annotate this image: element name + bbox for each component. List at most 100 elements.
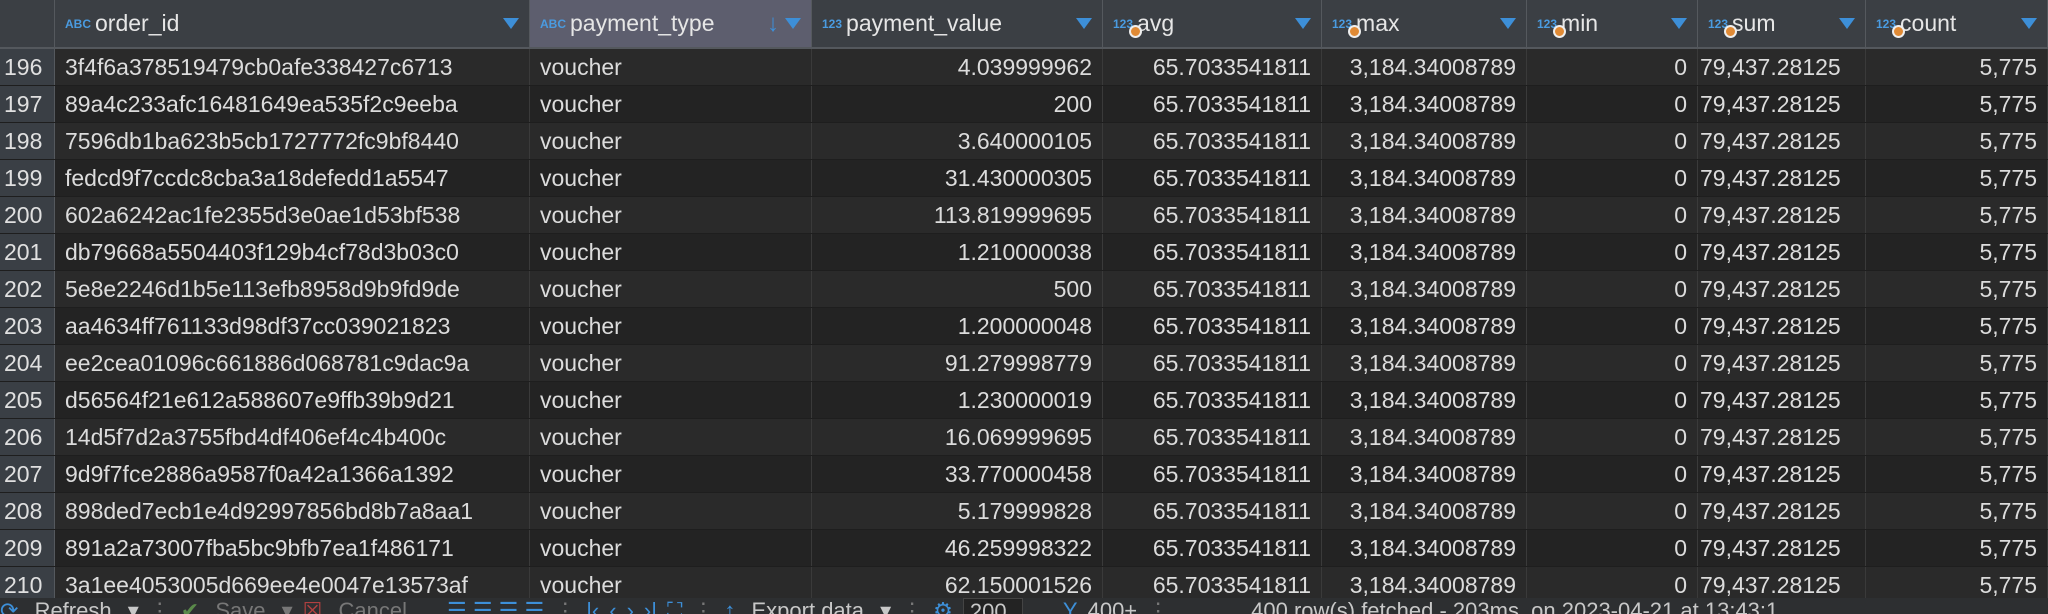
cell-payment_value[interactable]: 113.819999695 <box>812 197 1103 233</box>
cell-max[interactable]: 3,184.34008789 <box>1322 345 1527 381</box>
cell-avg[interactable]: 65.7033541811 <box>1103 345 1322 381</box>
column-header-max[interactable]: 123 max <box>1322 0 1527 47</box>
cell-count[interactable]: 5,775 <box>1866 123 2048 159</box>
cell-payment_value[interactable]: 4.039999962 <box>812 49 1103 85</box>
cell-max[interactable]: 3,184.34008789 <box>1322 197 1527 233</box>
cell-payment_value[interactable]: 16.069999695 <box>812 419 1103 455</box>
cell-payment_value[interactable]: 200 <box>812 86 1103 122</box>
cell-sum[interactable]: 79,437.28125 <box>1698 49 1866 85</box>
cell-min[interactable]: 0 <box>1527 382 1698 418</box>
cell-sum[interactable]: 79,437.28125 <box>1698 86 1866 122</box>
cell-min[interactable]: 0 <box>1527 271 1698 307</box>
refresh-button[interactable]: ⟳ Refresh ▾ <box>0 598 139 614</box>
cell-payment_type[interactable]: voucher <box>530 345 812 381</box>
cell-payment_value[interactable]: 91.279998779 <box>812 345 1103 381</box>
cell-count[interactable]: 5,775 <box>1866 308 2048 344</box>
cell-max[interactable]: 3,184.34008789 <box>1322 160 1527 196</box>
cell-payment_value[interactable]: 500 <box>812 271 1103 307</box>
cell-max[interactable]: 3,184.34008789 <box>1322 493 1527 529</box>
cell-min[interactable]: 0 <box>1527 493 1698 529</box>
cell-payment_type[interactable]: voucher <box>530 160 812 196</box>
cell-order_id[interactable]: 602a6242ac1fe2355d3e0ae1d53bf538 <box>55 197 530 233</box>
cell-avg[interactable]: 65.7033541811 <box>1103 271 1322 307</box>
cell-avg[interactable]: 65.7033541811 <box>1103 419 1322 455</box>
cell-max[interactable]: 3,184.34008789 <box>1322 308 1527 344</box>
cell-order_id[interactable]: 891a2a73007fba5bc9bfb7ea1f486171 <box>55 530 530 566</box>
cell-order_id[interactable]: ee2cea01096c661886d068781c9dac9a <box>55 345 530 381</box>
cell-avg[interactable]: 65.7033541811 <box>1103 456 1322 492</box>
cell-payment_value[interactable]: 33.770000458 <box>812 456 1103 492</box>
cell-order_id[interactable]: 14d5f7d2a3755fbd4df406ef4c4b400c <box>55 419 530 455</box>
cell-sum[interactable]: 79,437.28125 <box>1698 530 1866 566</box>
cell-order_id[interactable]: 3f4f6a378519479cb0afe338427c6713 <box>55 49 530 85</box>
cell-max[interactable]: 3,184.34008789 <box>1322 456 1527 492</box>
cell-payment_value[interactable]: 3.640000105 <box>812 123 1103 159</box>
filter-dropdown-icon[interactable] <box>1500 18 1516 29</box>
fetch-size-input[interactable]: 200 <box>962 598 1023 614</box>
cell-count[interactable]: 5,775 <box>1866 86 2048 122</box>
cell-min[interactable]: 0 <box>1527 197 1698 233</box>
cell-payment_type[interactable]: voucher <box>530 382 812 418</box>
cell-count[interactable]: 5,775 <box>1866 345 2048 381</box>
cell-payment_type[interactable]: voucher <box>530 86 812 122</box>
table-row[interactable]: 201 db79668a5504403f129b4cf78d3b03c0 vouch… <box>0 234 2048 271</box>
filter-dropdown-icon[interactable] <box>1839 18 1855 29</box>
cell-order_id[interactable]: aa4634ff761133d98df37cc039021823 <box>55 308 530 344</box>
filter-icon[interactable]: Y <box>1063 598 1078 614</box>
cell-order_id[interactable]: d56564f21e612a588607e9ffb39b9d21 <box>55 382 530 418</box>
cell-count[interactable]: 5,775 <box>1866 493 2048 529</box>
cell-payment_type[interactable]: voucher <box>530 308 812 344</box>
cell-payment_value[interactable]: 1.200000048 <box>812 308 1103 344</box>
filter-dropdown-icon[interactable] <box>1671 18 1687 29</box>
cell-payment_type[interactable]: voucher <box>530 271 812 307</box>
row-edit-icons[interactable]: ☰ ☰ ☰ ☰ <box>447 598 544 614</box>
cell-count[interactable]: 5,775 <box>1866 419 2048 455</box>
table-row[interactable]: 200 602a6242ac1fe2355d3e0ae1d53bf538 vouch… <box>0 197 2048 234</box>
cell-min[interactable]: 0 <box>1527 308 1698 344</box>
next-page-icon[interactable]: › <box>627 598 634 614</box>
cell-min[interactable]: 0 <box>1527 345 1698 381</box>
column-header-sum[interactable]: 123 sum <box>1698 0 1866 47</box>
cell-sum[interactable]: 79,437.28125 <box>1698 308 1866 344</box>
table-row[interactable]: 205 d56564f21e612a588607e9ffb39b9d21 vouch… <box>0 382 2048 419</box>
table-row[interactable]: 199 fedcd9f7ccdc8cba3a18defedd1a5547 vouch… <box>0 160 2048 197</box>
filter-dropdown-icon[interactable] <box>1076 18 1092 29</box>
cell-count[interactable]: 5,775 <box>1866 160 2048 196</box>
cell-min[interactable]: 0 <box>1527 419 1698 455</box>
cell-min[interactable]: 0 <box>1527 123 1698 159</box>
sort-icon[interactable]: ↓ <box>767 10 779 38</box>
cell-avg[interactable]: 65.7033541811 <box>1103 234 1322 270</box>
cell-order_id[interactable]: db79668a5504403f129b4cf78d3b03c0 <box>55 234 530 270</box>
cell-min[interactable]: 0 <box>1527 456 1698 492</box>
cancel-button[interactable]: ☒ Cancel <box>303 598 417 614</box>
cell-avg[interactable]: 65.7033541811 <box>1103 123 1322 159</box>
cell-min[interactable]: 0 <box>1527 530 1698 566</box>
table-row[interactable]: 196 3f4f6a378519479cb0afe338427c6713 vouch… <box>0 49 2048 86</box>
cell-sum[interactable]: 79,437.28125 <box>1698 345 1866 381</box>
cell-count[interactable]: 5,775 <box>1866 271 2048 307</box>
prev-page-icon[interactable]: ‹ <box>609 598 616 614</box>
cell-max[interactable]: 3,184.34008789 <box>1322 382 1527 418</box>
table-row[interactable]: 206 14d5f7d2a3755fbd4df406ef4c4b400c vouch… <box>0 419 2048 456</box>
cell-max[interactable]: 3,184.34008789 <box>1322 123 1527 159</box>
filter-dropdown-icon[interactable] <box>785 18 801 29</box>
cell-avg[interactable]: 65.7033541811 <box>1103 86 1322 122</box>
cell-sum[interactable]: 79,437.28125 <box>1698 493 1866 529</box>
cell-sum[interactable]: 79,437.28125 <box>1698 123 1866 159</box>
cell-count[interactable]: 5,775 <box>1866 456 2048 492</box>
cell-max[interactable]: 3,184.34008789 <box>1322 234 1527 270</box>
cell-max[interactable]: 3,184.34008789 <box>1322 271 1527 307</box>
table-row[interactable]: 197 89a4c233afc16481649ea535f2c9eeba vouch… <box>0 86 2048 123</box>
cell-max[interactable]: 3,184.34008789 <box>1322 530 1527 566</box>
cell-avg[interactable]: 65.7033541811 <box>1103 197 1322 233</box>
cell-count[interactable]: 5,775 <box>1866 197 2048 233</box>
filter-dropdown-icon[interactable] <box>503 18 519 29</box>
cell-payment_type[interactable]: voucher <box>530 123 812 159</box>
column-header-payment_value[interactable]: 123 payment_value <box>812 0 1103 47</box>
cell-payment_type[interactable]: voucher <box>530 456 812 492</box>
cell-count[interactable]: 5,775 <box>1866 382 2048 418</box>
settings-icon[interactable]: ⚙ <box>933 598 953 614</box>
cell-order_id[interactable]: 9d9f7fce2886a9587f0a42a1366a1392 <box>55 456 530 492</box>
table-row[interactable]: 203 aa4634ff761133d98df37cc039021823 vouch… <box>0 308 2048 345</box>
filter-dropdown-icon[interactable] <box>2021 18 2037 29</box>
